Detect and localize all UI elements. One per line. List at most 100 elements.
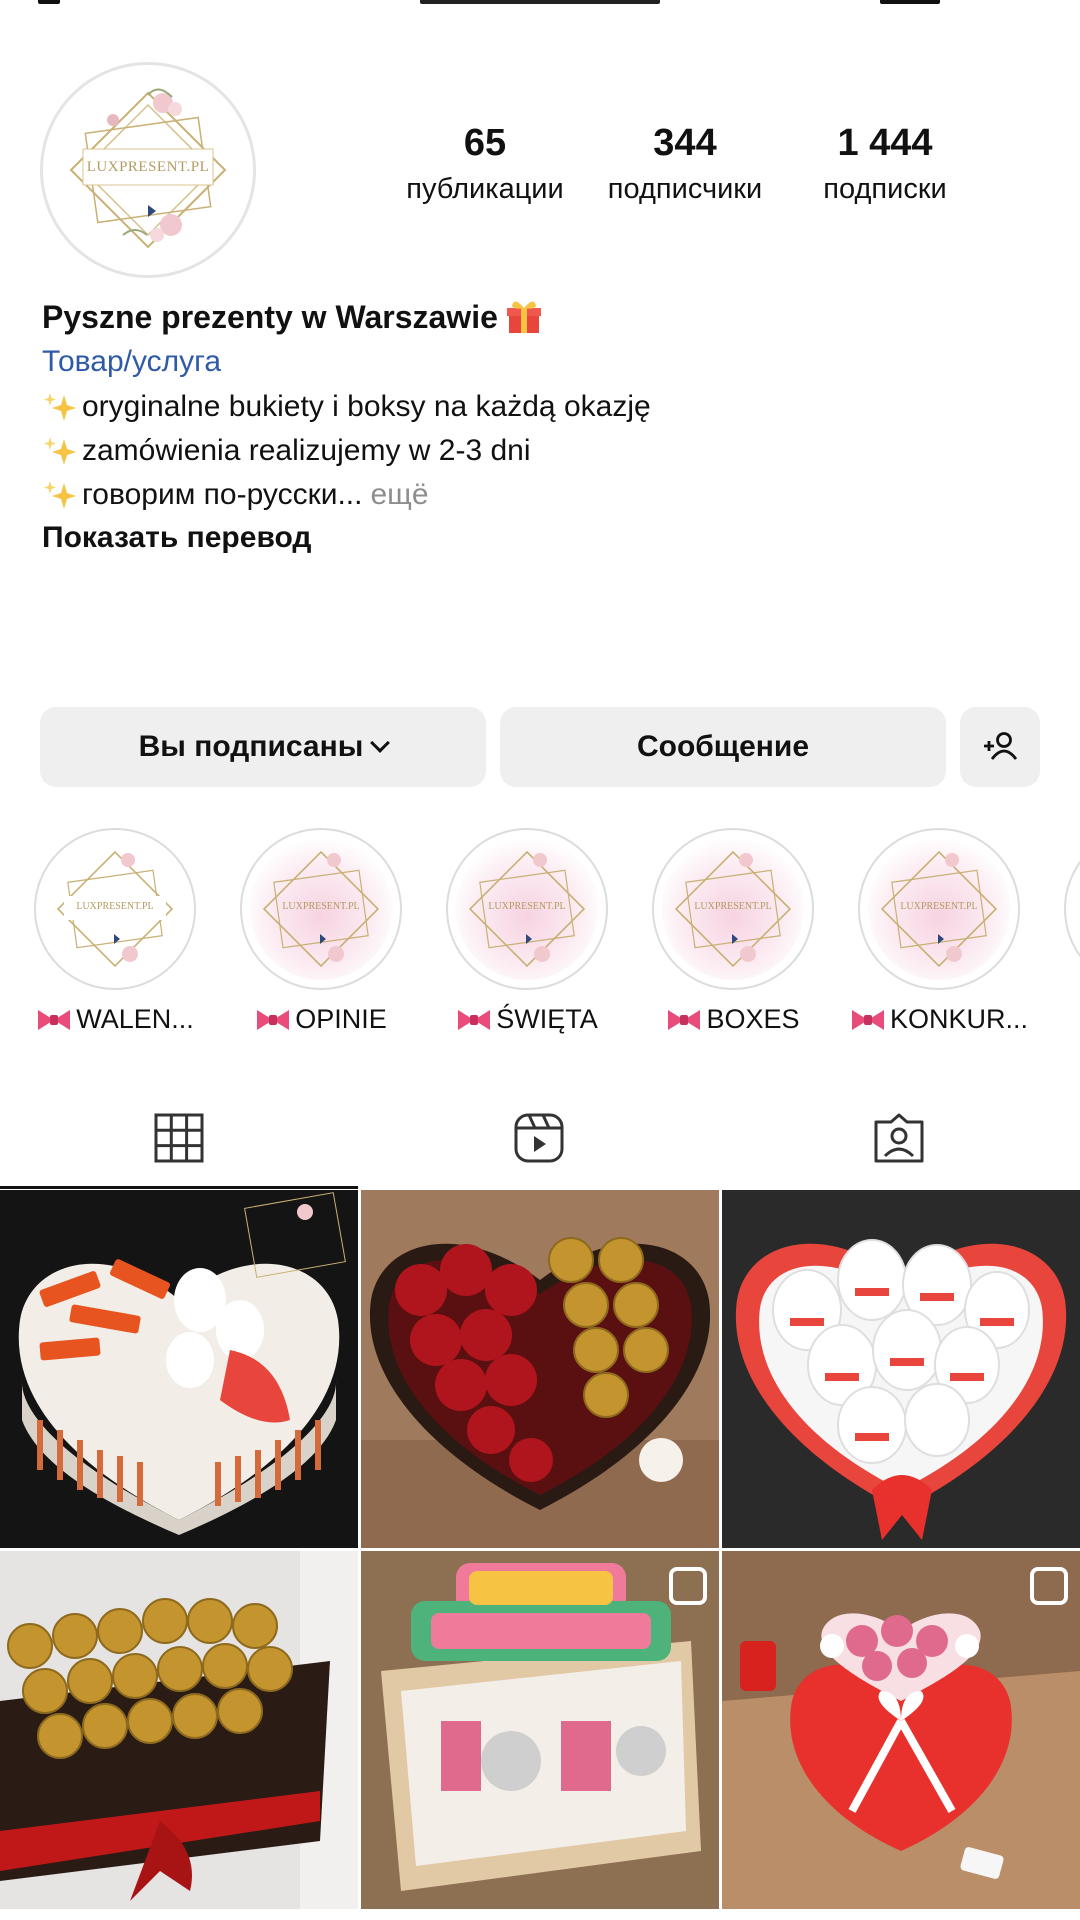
highlight-label: WALEN...	[76, 1004, 194, 1034]
profile-name-row: Pyszne prezenty w Warszawie	[42, 295, 1042, 339]
ribbon-bow-icon	[668, 1009, 701, 1030]
post-thumbnail[interactable]	[0, 1190, 358, 1548]
following-button-label: Вы подписаны	[138, 730, 364, 763]
reels-icon	[514, 1113, 564, 1163]
raffaello-roses-box-photo	[722, 1551, 1080, 1909]
posts-count[interactable]: 65 публикации	[390, 122, 580, 206]
highlight-cover: LUXPRESENT.PL	[858, 828, 1020, 990]
highlight-item[interactable]: LUXPRESENT.PL BOXES	[630, 828, 836, 1035]
highlight-label: OPINIE	[295, 1004, 387, 1034]
heart-box-roses-ferrero-photo	[361, 1190, 719, 1548]
post-thumbnail[interactable]	[722, 1190, 1080, 1548]
highlight-item[interactable]: LUXPRESENT.PL OPINIE	[218, 828, 424, 1035]
highlight-cover: LUXPRESENT.PL	[652, 828, 814, 990]
highlight-label-row: WALEN...	[12, 1004, 218, 1035]
following-count-value: 1 444	[837, 122, 933, 164]
happy-birthday-box-photo	[361, 1551, 719, 1909]
highlight-cover: LUXPRESENT.PL	[34, 828, 196, 990]
highlight-label-row: KONKUR...	[836, 1004, 1042, 1035]
following-button[interactable]: Вы подписаны	[40, 707, 486, 787]
highlight-logo: LUXPRESENT.PL	[456, 838, 598, 980]
profile-bio: Pyszne prezenty w Warszawie Товар/услуга…	[42, 295, 1042, 555]
highlight-logo-text: LUXPRESENT.PL	[900, 901, 978, 912]
gift-icon	[506, 301, 541, 333]
back-icon[interactable]	[38, 0, 60, 4]
grid-icon	[154, 1113, 204, 1163]
post-thumbnail[interactable]	[722, 1551, 1080, 1909]
menu-icon[interactable]	[880, 0, 940, 4]
followers-count[interactable]: 344 подписчики	[590, 122, 780, 206]
add-user-icon	[984, 732, 1018, 760]
highlight-label-row: OPINIE	[218, 1004, 424, 1035]
followers-count-value: 344	[653, 122, 717, 164]
highlight-label: ŚWIĘTA	[496, 1004, 598, 1034]
highlight-cover	[1064, 828, 1080, 990]
highlight-cover: LUXPRESENT.PL	[240, 828, 402, 990]
highlight-item[interactable]: LUXPRESENT.PL ŚWIĘTA	[424, 828, 630, 1035]
instagram-profile-page: LUXPRESENT.PL 65 публикации 344 подписчи…	[0, 0, 1080, 1920]
bio-line-text: oryginalne bukiety i boksy na każdą okaz…	[82, 390, 651, 423]
highlight-logo: LUXPRESENT.PL	[868, 838, 1010, 980]
profile-content-tabs	[0, 1082, 1080, 1192]
highlight-logo: LUXPRESENT.PL	[250, 838, 392, 980]
ribbon-bow-icon	[38, 1009, 71, 1030]
tagged-icon	[874, 1113, 924, 1163]
following-count[interactable]: 1 444 подписки	[790, 122, 980, 206]
post-thumbnail[interactable]	[361, 1551, 719, 1909]
ferrero-bouquet-photo	[0, 1551, 358, 1909]
following-count-label: подписки	[823, 173, 947, 205]
message-button-label: Сообщение	[636, 730, 810, 763]
bio-line: zamówienia realizujemy w 2-3 dni	[42, 429, 1042, 473]
post-thumbnail[interactable]	[0, 1551, 358, 1909]
profile-category[interactable]: Товар/услуга	[42, 345, 1042, 385]
bio-line-text: zamówienia realizujemy w 2-3 dni	[82, 434, 531, 467]
message-button[interactable]: Сообщение	[500, 707, 946, 787]
profile-stats: 65 публикации 344 подписчики 1 444 подпи…	[390, 122, 980, 212]
highlight-item[interactable]: LUXPRESENT.PL WALEN...	[12, 828, 218, 1035]
bio-line: говорим по-русски... ещё	[42, 473, 1042, 517]
username-title	[420, 0, 660, 4]
top-navigation-bar	[0, 0, 1080, 14]
profile-avatar[interactable]: LUXPRESENT.PL	[40, 62, 256, 278]
posts-count-value: 65	[463, 122, 507, 164]
chevron-down-icon	[370, 733, 391, 753]
posts-grid	[0, 1190, 1080, 1920]
highlight-logo-text: LUXPRESENT.PL	[76, 901, 154, 912]
highlight-item[interactable]: LUXPRESENT.PL KONKUR...	[836, 828, 1042, 1035]
bio-line: oryginalne bukiety i boksy na każdą okaz…	[42, 385, 1042, 429]
ribbon-bow-icon	[257, 1009, 290, 1030]
ribbon-bow-icon	[458, 1009, 491, 1030]
highlight-logo: LUXPRESENT.PL	[44, 838, 186, 980]
active-tab-indicator	[0, 1186, 358, 1189]
highlight-item[interactable]	[1042, 828, 1080, 990]
highlight-logo-text: LUXPRESENT.PL	[694, 901, 772, 912]
tab-posts-grid[interactable]	[149, 1108, 209, 1168]
highlight-cover: LUXPRESENT.PL	[446, 828, 608, 990]
sparkles-icon	[44, 437, 76, 465]
highlight-logo: LUXPRESENT.PL	[662, 838, 804, 980]
heart-box-kinder-bueno-photo	[0, 1190, 358, 1548]
highlight-label-row: ŚWIĘTA	[424, 1004, 630, 1035]
show-translation-link[interactable]: Показать перевод	[42, 521, 1042, 555]
bio-more-link[interactable]: ещё	[370, 478, 428, 512]
sparkles-icon	[44, 393, 76, 421]
post-thumbnail[interactable]	[361, 1190, 719, 1548]
story-highlights: LUXPRESENT.PL WALEN... LUXPRESENT.PL OPI…	[0, 828, 1080, 1048]
followers-count-label: подписчики	[607, 173, 763, 205]
highlight-logo-text: LUXPRESENT.PL	[488, 901, 566, 912]
highlight-label-row: BOXES	[630, 1004, 836, 1035]
profile-name: Pyszne prezenty w Warszawie	[42, 298, 498, 335]
heart-box-kinder-eggs-photo	[722, 1190, 1080, 1548]
tab-tagged[interactable]	[869, 1108, 929, 1168]
brand-logo: LUXPRESENT.PL	[53, 75, 243, 265]
highlight-label: BOXES	[706, 1004, 800, 1034]
highlight-label: KONKUR...	[889, 1004, 1029, 1034]
avatar-logo-text: LUXPRESENT.PL	[86, 159, 210, 175]
ribbon-bow-icon	[851, 1009, 884, 1030]
bio-line-text: говорим по-русски...	[82, 478, 363, 511]
sparkles-icon	[44, 481, 76, 509]
highlight-logo-text: LUXPRESENT.PL	[282, 901, 360, 912]
tab-reels[interactable]	[509, 1108, 569, 1168]
suggest-users-button[interactable]	[960, 707, 1040, 787]
posts-count-label: публикации	[406, 173, 564, 205]
